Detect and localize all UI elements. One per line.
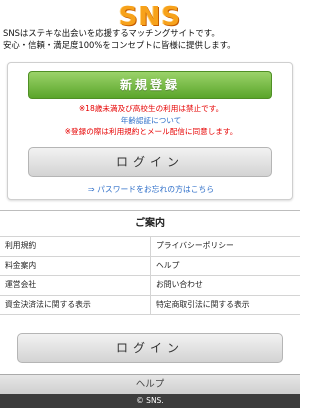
login-button-bottom[interactable]: ログイン [17,333,283,363]
age-warning: ※18歳未満及び高校生の利用は禁止です。 [78,104,224,113]
intro-line-2: 安心・信頼・満足度100%をコンセプトに皆様に提供します。 [3,40,236,50]
guide-title: ご案内 [135,218,165,229]
forgot-password-label: パスワードをお忘れの方はこちら [97,185,215,194]
arrow-right-icon: ⇒ [87,185,95,194]
intro-line-1: SNSはステキな出会いを応援するマッチングサイトです。 [3,28,220,38]
guide-menu: 利用規約 プライバシーポリシー 料金案内 ヘルプ 運営会社 お問い合わせ 資金決… [0,236,300,315]
age-verification-link[interactable]: 年齢認証について [8,115,294,126]
guide-row: 利用規約 プライバシーポリシー [0,237,300,257]
pricing-link[interactable]: 料金案内 [0,257,150,276]
help-link[interactable]: ヘルプ [150,256,300,275]
company-link[interactable]: 運営会社 [0,276,150,295]
commercial-transactions-link[interactable]: 特定商取引法に関する表示 [150,295,300,314]
register-button[interactable]: 新規登録 [28,71,272,99]
terms-link[interactable]: 利用規約 [0,237,150,256]
login-button-top[interactable]: ログイン [28,147,272,177]
guide-row: 料金案内 ヘルプ [0,256,300,276]
copyright: © SNS. [0,394,300,408]
guide-row: 運営会社 お問い合わせ [0,276,300,296]
intro-text: SNSはステキな出会いを応援するマッチングサイトです。 安心・信頼・満足度100… [3,27,297,51]
terms-warning: ※登録の際は利用規約とメール配信に同意します。 [64,127,238,136]
contact-link[interactable]: お問い合わせ [150,276,300,295]
payment-act-link[interactable]: 資金決済法に関する表示 [0,296,150,315]
guide-row: 資金決済法に関する表示 特定商取引法に関する表示 [0,295,300,315]
forgot-password-link[interactable]: ⇒ パスワードをお忘れの方はこちら [8,184,294,195]
privacy-policy-link[interactable]: プライバシーポリシー [150,237,300,256]
entry-panel: 新規登録 ※18歳未満及び高校生の利用は禁止です。 年齢認証について ※登録の際… [7,62,293,200]
footer-help-button[interactable]: ヘルプ [0,374,300,394]
guide-divider [0,210,300,211]
